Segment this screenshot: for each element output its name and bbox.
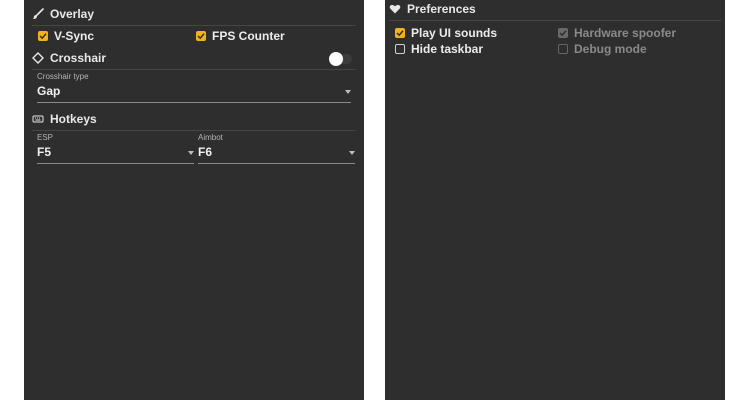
crosshair-title: Crosshair bbox=[50, 51, 107, 65]
preferences-panel: Preferences Play UI sounds Hide taskbar … bbox=[385, 0, 725, 400]
chevron-down-icon bbox=[345, 90, 351, 94]
checkbox-checked-icon bbox=[196, 31, 206, 41]
esp-value: F5 bbox=[37, 145, 52, 159]
esp-label: ESP bbox=[37, 133, 54, 142]
crosshair-type-label: Crosshair type bbox=[37, 72, 89, 81]
toggle-knob bbox=[329, 52, 343, 66]
chevron-down-icon bbox=[188, 151, 194, 155]
debug-mode-label: Debug mode bbox=[574, 42, 647, 56]
brush-icon bbox=[32, 8, 44, 20]
checkbox-unchecked-disabled-icon bbox=[558, 44, 568, 54]
checkbox-unchecked-icon bbox=[395, 44, 405, 54]
crosshair-type-dropdown[interactable]: Crosshair type Gap bbox=[37, 72, 351, 103]
preferences-section-header: Preferences bbox=[389, 0, 721, 21]
debug-mode-checkbox[interactable]: Debug mode bbox=[558, 42, 647, 56]
fps-counter-checkbox[interactable]: FPS Counter bbox=[196, 29, 285, 43]
esp-hotkey-dropdown[interactable]: ESP F5 bbox=[37, 133, 194, 164]
hotkeys-title: Hotkeys bbox=[50, 112, 97, 126]
overlay-settings-panel: Overlay V-Sync FPS Counter Crosshair Cro… bbox=[24, 0, 364, 400]
vsync-checkbox[interactable]: V-Sync bbox=[38, 29, 94, 43]
hotkeys-section-header: Hotkeys bbox=[32, 108, 356, 131]
crosshair-type-value: Gap bbox=[37, 84, 61, 98]
fps-counter-label: FPS Counter bbox=[212, 29, 285, 43]
overlay-title: Overlay bbox=[50, 7, 95, 21]
checkbox-checked-icon bbox=[38, 31, 48, 41]
play-ui-sounds-checkbox[interactable]: Play UI sounds bbox=[395, 26, 497, 40]
aimbot-value: F6 bbox=[198, 145, 213, 159]
crosshair-toggle[interactable] bbox=[329, 52, 352, 66]
play-ui-sounds-label: Play UI sounds bbox=[411, 26, 498, 40]
aimbot-hotkey-dropdown[interactable]: Aimbot F6 bbox=[198, 133, 355, 164]
aimbot-label: Aimbot bbox=[198, 133, 223, 142]
checkbox-checked-icon bbox=[395, 28, 405, 38]
hide-taskbar-checkbox[interactable]: Hide taskbar bbox=[395, 42, 483, 56]
checkbox-checked-disabled-icon bbox=[558, 28, 568, 38]
heart-icon bbox=[389, 3, 401, 15]
crosshair-section-header: Crosshair bbox=[32, 47, 356, 70]
hardware-spoofer-checkbox[interactable]: Hardware spoofer bbox=[558, 26, 676, 40]
preferences-title: Preferences bbox=[407, 2, 476, 16]
vsync-label: V-Sync bbox=[54, 29, 95, 43]
keyboard-icon bbox=[32, 113, 44, 125]
diamond-icon bbox=[32, 52, 44, 64]
hardware-spoofer-label: Hardware spoofer bbox=[574, 26, 677, 40]
overlay-section-header: Overlay bbox=[32, 3, 356, 26]
hide-taskbar-label: Hide taskbar bbox=[411, 42, 484, 56]
chevron-down-icon bbox=[349, 151, 355, 155]
